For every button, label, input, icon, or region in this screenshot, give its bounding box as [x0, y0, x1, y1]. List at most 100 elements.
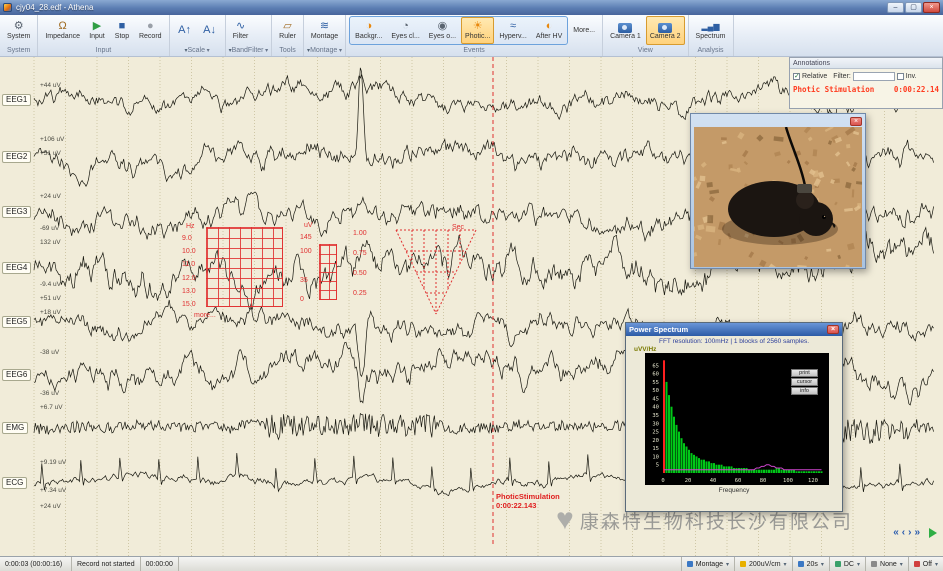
timebase-icon	[797, 561, 804, 567]
toolbar-button-filter[interactable]: ∿ Filter	[229, 16, 253, 45]
toolbar-group-scale: A↑ A↓ Scale	[170, 15, 226, 56]
toolbar-button-label: Impedance	[45, 33, 80, 40]
chevron-down-icon	[784, 561, 787, 568]
nav-last-button[interactable]: »	[914, 527, 920, 538]
scale-value-label: +44 uV	[40, 82, 61, 89]
close-icon[interactable]	[850, 117, 862, 126]
toolbar-button-camera-2[interactable]: Camera 2	[645, 16, 685, 45]
channel-label-eeg6[interactable]: EEG6	[2, 369, 32, 381]
photic-frequency-value: 10.0	[182, 248, 196, 256]
toolbar-button-after-hv[interactable]: ◐ After HV	[532, 17, 566, 44]
notch-icon	[871, 561, 878, 567]
legend-info-button[interactable]: info	[791, 387, 818, 395]
lowpass-filter-value: Off	[922, 560, 932, 568]
svg-text:65: 65	[652, 363, 659, 369]
legend-cursor-button[interactable]: cursor	[791, 378, 818, 386]
toolbar-button-photic[interactable]: ☀ Photic...	[461, 17, 495, 44]
camera-window[interactable]	[690, 113, 866, 269]
app-icon	[3, 3, 12, 12]
toolbar-button-input[interactable]: ▶ Input	[85, 16, 109, 45]
close-icon[interactable]	[923, 2, 940, 13]
scale-value-label: +106 uV	[40, 136, 65, 143]
toolbar-button-record[interactable]: ● Record	[135, 16, 166, 45]
toolbar-button-backgr[interactable]: ◑ Backgr...	[351, 17, 386, 44]
statusbar: 0:00:03 (00:00:16) Record not started 00…	[0, 556, 943, 571]
camera-window-titlebar[interactable]	[693, 116, 863, 127]
toolbar-button-eyes-cl[interactable]: ◔ Eyes cl...	[387, 17, 423, 44]
inv-checkbox[interactable]	[896, 73, 904, 80]
photic-sec-value: 0.25	[353, 290, 367, 297]
elapsed-time: 0:00:03 (00:00:16)	[0, 557, 72, 571]
power-spectrum-titlebar[interactable]: Power Spectrum	[626, 323, 842, 336]
montage-dropdown[interactable]: Montage	[680, 557, 734, 571]
svg-text:25: 25	[652, 430, 659, 436]
impedance-icon: Ω	[58, 20, 67, 32]
toolbar-button-camera-1[interactable]: Camera 1	[606, 16, 645, 45]
toolbar-button-stop[interactable]: ■ Stop	[110, 16, 134, 45]
channel-label-emg[interactable]: EMG	[2, 422, 29, 434]
window-title: cjy04_28.edf - Athena	[16, 3, 94, 12]
annotations-panel: Annotations Relative Filter: Inv. Photic…	[789, 57, 943, 109]
toolbar-button-ruler[interactable]: ▱ Ruler	[275, 16, 300, 45]
toolbar-button-eyes-o[interactable]: ◉ Eyes o...	[425, 17, 460, 44]
svg-text:100: 100	[783, 478, 793, 484]
montage-icon: ≋	[319, 20, 330, 32]
channel-label-eeg3[interactable]: EEG3	[2, 206, 32, 218]
svg-text:120: 120	[808, 478, 818, 484]
relative-checkbox[interactable]	[793, 72, 800, 80]
channel-label-eeg5[interactable]: EEG5	[2, 316, 32, 328]
toolbar-group-view: Camera 1 Camera 2 View	[603, 15, 689, 56]
toolbar-button-montage[interactable]: ≋ Montage	[307, 16, 342, 45]
scale-value-label: +18 uV	[40, 309, 61, 316]
scale-value-label: 132 uV	[40, 239, 61, 246]
maximize-icon[interactable]	[905, 2, 922, 13]
toolbar-group-label: Events	[463, 47, 485, 54]
nav-next-button[interactable]: ›	[908, 527, 911, 538]
channel-label-ecg[interactable]: ECG	[2, 477, 28, 489]
channel-label-eeg1[interactable]: EEG1	[2, 94, 32, 106]
filter-input[interactable]	[852, 72, 895, 81]
toolbar-button-system[interactable]: ⚙ System	[3, 16, 34, 45]
toolbar-button-hyperv[interactable]: ≈ Hyperv...	[495, 17, 531, 44]
play-icon[interactable]	[929, 527, 937, 538]
toolbar-button-label: Record	[138, 33, 162, 40]
highpass-filter-dropdown[interactable]: DC	[828, 557, 865, 571]
filter-label: Filter:	[833, 73, 851, 80]
photic-intensity-grid	[319, 244, 337, 300]
toolbar-group-bandfilter: ∿FilterBandFilter	[226, 15, 273, 56]
inv-label: Inv.	[905, 73, 917, 80]
toolbar-button-spectrum[interactable]: ▂▄▆ Spectrum	[692, 16, 730, 45]
toolbar-button-scale-down-icon[interactable]: A↓	[198, 16, 222, 45]
scale-up-icon: A↑	[178, 24, 191, 36]
close-icon[interactable]	[827, 325, 839, 334]
power-spectrum-window[interactable]: Power Spectrum FFT resolution: 100mHz | …	[625, 322, 843, 512]
spectrum-ylabel: uVV/Hz	[634, 346, 657, 353]
channel-label-eeg2[interactable]: EEG2	[2, 151, 32, 163]
titlebar[interactable]: cjy04_28.edf - Athena	[0, 0, 943, 15]
toolbar-group-analysis: ▂▄▆ Spectrum Analysis	[689, 15, 734, 56]
legend-print-button[interactable]: print	[791, 369, 818, 377]
spectrum-xlabel: Frequency	[718, 487, 750, 494]
scale-value-label: -36 uV	[40, 390, 60, 397]
channel-label-eeg4[interactable]: EEG4	[2, 262, 32, 274]
notch-filter-dropdown[interactable]: None	[865, 557, 908, 571]
nav-prev-button[interactable]: ‹	[902, 527, 905, 538]
relative-label: Relative	[802, 73, 828, 80]
svg-text:20: 20	[652, 438, 659, 444]
minimize-icon[interactable]	[887, 2, 904, 13]
svg-text:10: 10	[652, 454, 659, 460]
toolbar-button-scale-up-icon[interactable]: A↑	[173, 16, 197, 45]
scale-value-label: +51 uV	[40, 295, 61, 302]
timebase-dropdown[interactable]: 20s	[791, 557, 829, 571]
lowpass-filter-dropdown[interactable]: Off	[907, 557, 943, 571]
nav-first-button[interactable]: «	[893, 527, 899, 538]
photic-more-link[interactable]: more...	[194, 312, 216, 319]
annotation-entry[interactable]: Photic Stimulation 0:00:22.14	[790, 84, 942, 95]
svg-text:30: 30	[652, 421, 659, 427]
sensitivity-dropdown[interactable]: 200uV/cm	[734, 557, 792, 571]
toolbar-button-label: After HV	[535, 33, 563, 40]
toolbar-button-more[interactable]: More...	[569, 16, 599, 45]
photic-sec-value: 0.75	[353, 250, 367, 257]
toolbar-button-impedance[interactable]: Ω Impedance	[41, 16, 84, 45]
toolbar-button-label: Filter	[232, 33, 249, 40]
